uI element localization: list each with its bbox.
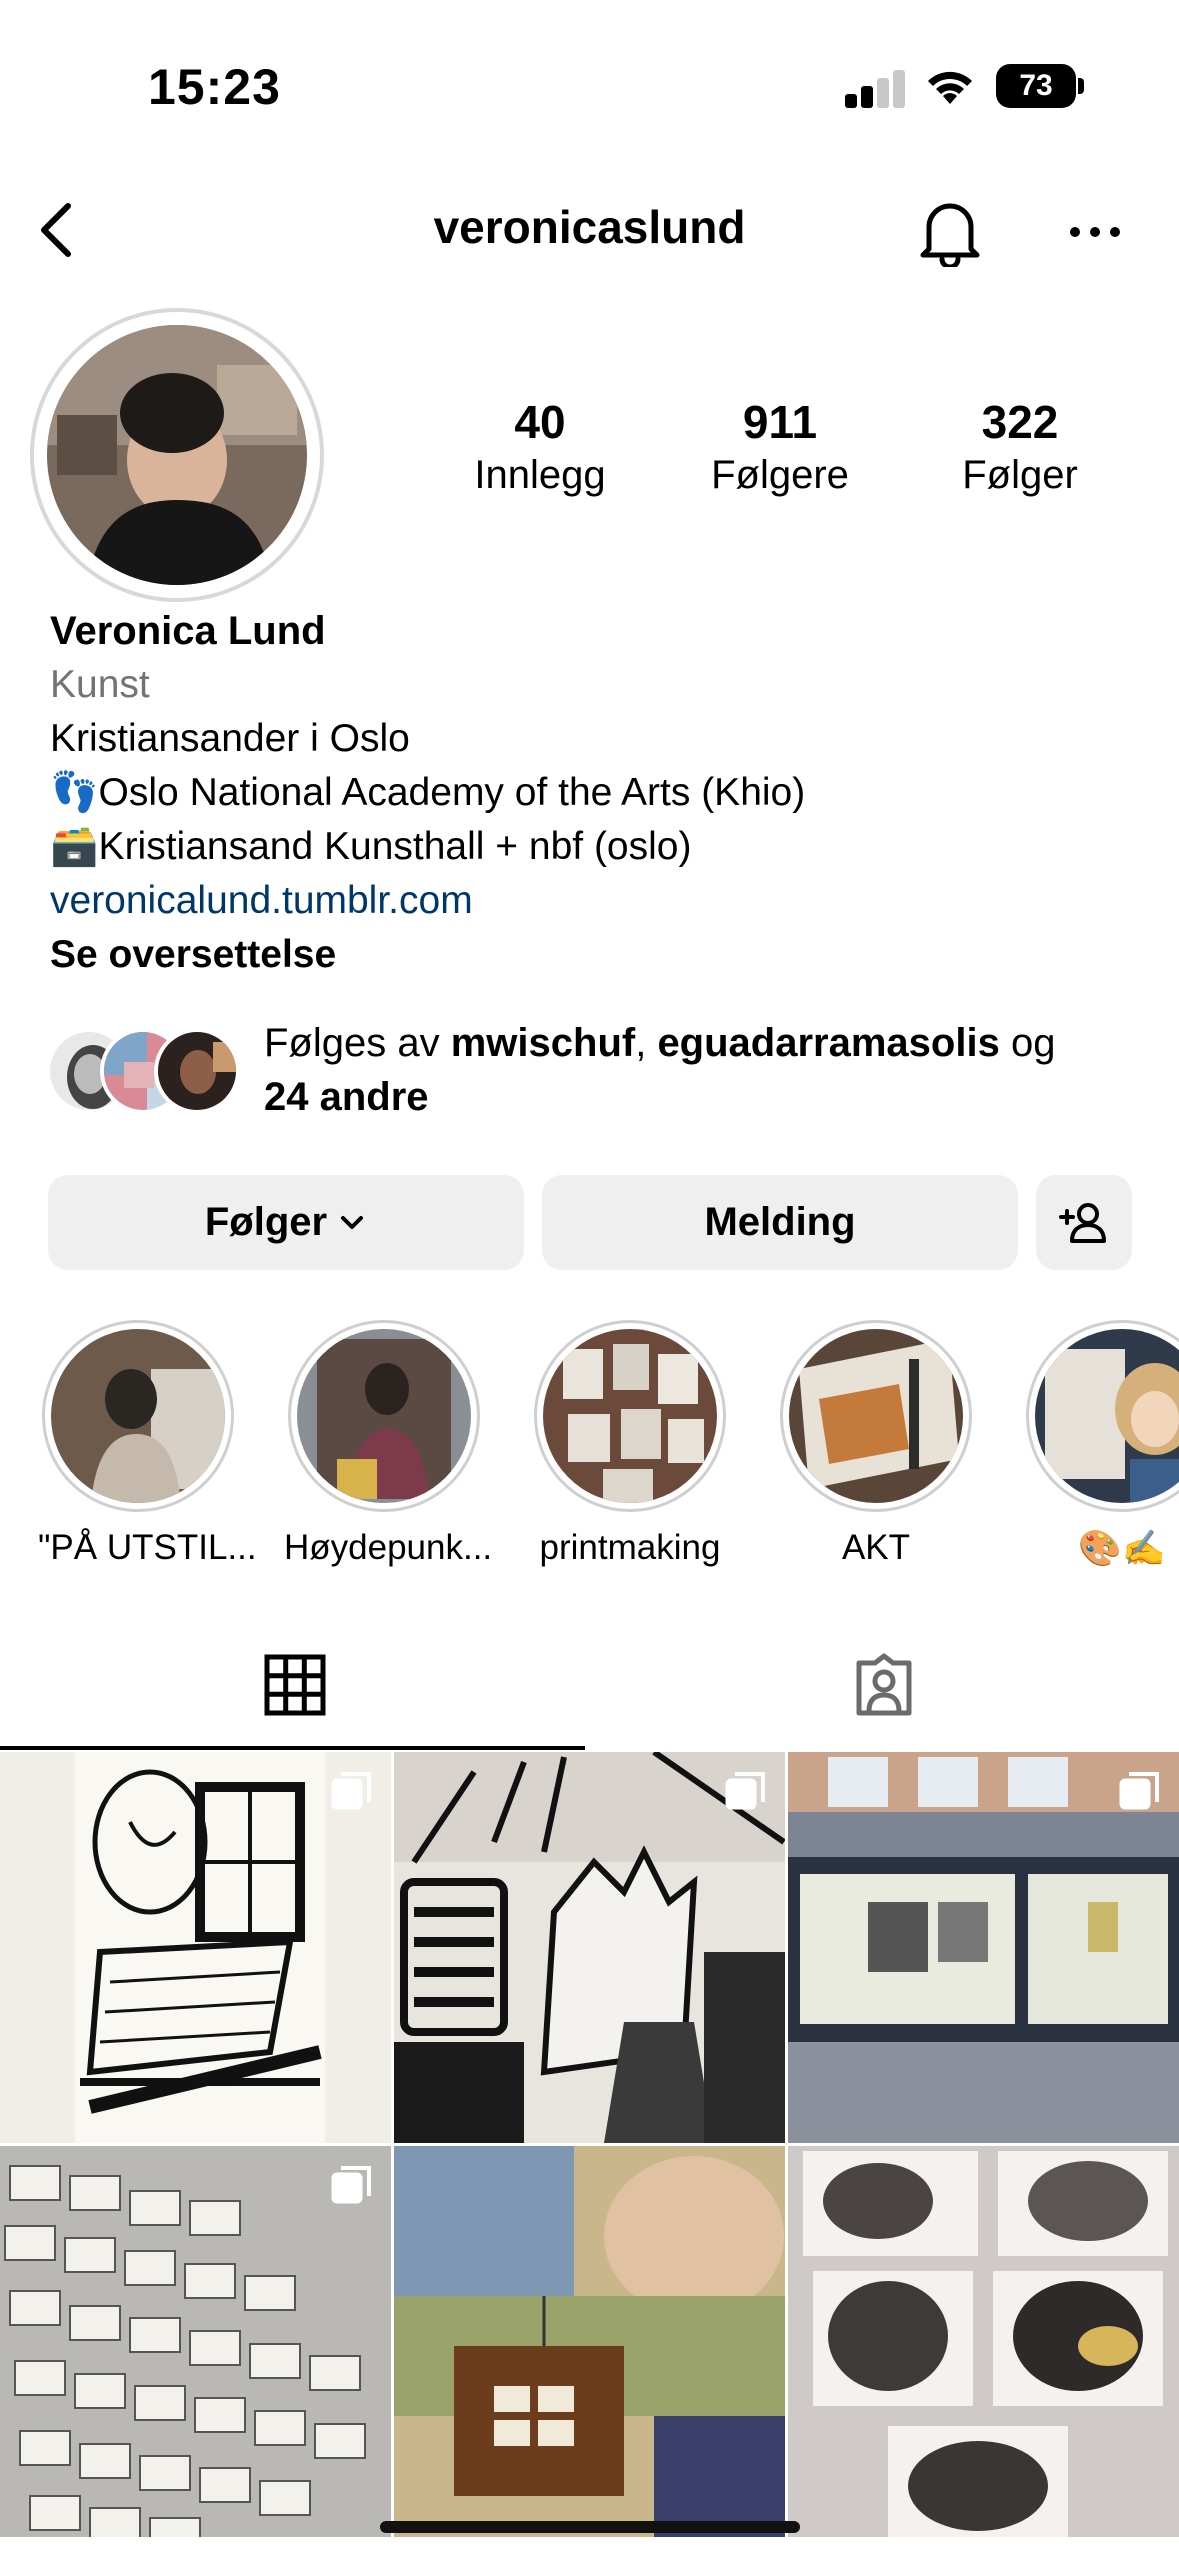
tab-tagged[interactable] xyxy=(589,1620,1178,1750)
highlight-cover xyxy=(1035,1329,1179,1503)
stat-following-label: Følger xyxy=(962,453,1078,497)
posts-grid xyxy=(0,1752,1179,2556)
highlight-item[interactable]: 🎨✍️ xyxy=(1022,1320,1179,1569)
highlight-item[interactable]: Høydepunk... xyxy=(284,1320,493,1568)
bio-line: 🗃️Kristiansand Kunsthall + nbf (oslo) xyxy=(50,825,692,868)
profile-header: veronicaslund xyxy=(0,170,1179,290)
followed-by[interactable]: Følges av mwischuf, eguadarramasolis og 2… xyxy=(46,1016,1156,1136)
mutual-follower-name[interactable]: mwischuf xyxy=(451,1021,635,1065)
multiple-posts-icon xyxy=(331,1772,371,1810)
message-button-label: Melding xyxy=(704,1200,856,1244)
chevron-down-icon xyxy=(341,1215,364,1229)
battery-nub xyxy=(1078,78,1084,94)
header-username: veronicaslund xyxy=(433,201,746,253)
bio-line: 👣Oslo National Academy of the Arts (Khio… xyxy=(50,771,806,814)
following-button-label: Følger xyxy=(204,1200,328,1244)
active-tab-indicator xyxy=(0,1746,585,1750)
add-person-icon xyxy=(1059,1202,1106,1243)
bio-website-link[interactable]: veronicalund.tumblr.com xyxy=(50,874,1150,928)
highlight-ring xyxy=(42,1320,234,1512)
post-thumbnail[interactable] xyxy=(0,1752,391,2143)
suggested-accounts-button[interactable] xyxy=(1036,1175,1132,1270)
cellular-signal-icon xyxy=(845,68,905,108)
post-thumbnail[interactable] xyxy=(394,1752,785,2143)
separator: , xyxy=(635,1021,658,1065)
highlight-label: Høydepunk... xyxy=(284,1528,493,1567)
more-options-button[interactable] xyxy=(1060,192,1130,272)
profile-name: Veronica Lund xyxy=(50,609,326,653)
multiple-posts-icon xyxy=(725,1772,765,1810)
see-translation-button[interactable]: Se oversettelse xyxy=(50,928,1150,982)
profile-stats: 40 Innlegg 911 Følgere 322 Følger xyxy=(420,395,1140,498)
profile-tabs xyxy=(0,1620,1179,1750)
ellipsis-icon xyxy=(1070,227,1120,237)
stat-following-count: 322 xyxy=(981,396,1059,448)
highlight-item[interactable]: printmaking xyxy=(530,1320,730,1568)
home-indicator[interactable] xyxy=(380,2521,800,2533)
followed-by-prefix: Følges av xyxy=(264,1021,451,1065)
post-thumbnail[interactable] xyxy=(0,2146,391,2537)
battery-level: 73 xyxy=(1019,69,1053,102)
highlight-label: "PÅ UTSTIL... xyxy=(38,1528,257,1567)
mutual-follower-avatars xyxy=(46,1028,246,1118)
highlight-cover xyxy=(51,1329,225,1503)
profile-avatar xyxy=(47,325,307,585)
avatar xyxy=(154,1028,240,1114)
story-highlights: "PÅ UTSTIL... Høydepunk... printmaking A… xyxy=(0,1320,1179,1580)
profile-avatar-ring[interactable] xyxy=(30,308,324,602)
post-thumbnail[interactable] xyxy=(394,2146,785,2537)
highlight-label: 🎨✍️ xyxy=(1078,1529,1166,1568)
profile-bio: Veronica Lund Kunst Kristiansander i Osl… xyxy=(50,604,1150,982)
grid-icon xyxy=(264,1654,325,1716)
highlight-label: printmaking xyxy=(539,1528,721,1567)
message-button[interactable]: Melding xyxy=(542,1175,1018,1270)
battery-icon: 73 xyxy=(996,64,1076,108)
bio-line: Kristiansander i Oslo xyxy=(50,717,410,760)
highlight-label: AKT xyxy=(841,1528,911,1567)
profile-actions: Følger Melding xyxy=(48,1175,1132,1270)
stat-followers-count: 911 xyxy=(742,396,818,448)
wifi-icon xyxy=(928,71,972,104)
highlight-cover xyxy=(297,1329,471,1503)
highlight-cover xyxy=(789,1329,963,1503)
highlight-ring xyxy=(288,1320,480,1512)
mutual-follower-name[interactable]: eguadarramasolis xyxy=(657,1021,999,1065)
stat-posts-label: Innlegg xyxy=(474,453,606,497)
notifications-button[interactable] xyxy=(910,192,990,272)
multiple-posts-icon xyxy=(1119,1772,1159,1810)
bell-icon xyxy=(920,203,980,267)
stat-followers[interactable]: 911 Følgere xyxy=(660,395,900,498)
others-count[interactable]: 24 andre xyxy=(264,1075,429,1119)
followed-by-text: Følges av mwischuf, eguadarramasolis og 2… xyxy=(264,1016,1164,1124)
highlight-cover xyxy=(543,1329,717,1503)
status-time: 15:23 xyxy=(148,59,281,115)
stat-posts-count: 40 xyxy=(514,396,566,448)
highlight-ring xyxy=(534,1320,726,1512)
status-bar: 15:23 73 xyxy=(0,0,1179,170)
multiple-posts-icon xyxy=(331,2166,371,2204)
following-button[interactable]: Følger xyxy=(48,1175,524,1270)
stat-followers-label: Følgere xyxy=(711,453,849,497)
post-thumbnail[interactable] xyxy=(788,2146,1179,2537)
stat-following[interactable]: 322 Følger xyxy=(900,395,1140,498)
highlight-ring xyxy=(1026,1320,1179,1512)
highlight-item[interactable]: "PÅ UTSTIL... xyxy=(38,1320,257,1568)
profile-category: Kunst xyxy=(50,663,150,706)
post-thumbnail[interactable] xyxy=(788,1752,1179,2143)
highlight-item[interactable]: AKT xyxy=(776,1320,976,1568)
conjunction: og xyxy=(999,1021,1056,1065)
stat-posts[interactable]: 40 Innlegg xyxy=(420,395,660,498)
highlight-ring xyxy=(780,1320,972,1512)
tagged-icon xyxy=(856,1653,911,1716)
tab-posts-grid[interactable] xyxy=(0,1620,589,1750)
